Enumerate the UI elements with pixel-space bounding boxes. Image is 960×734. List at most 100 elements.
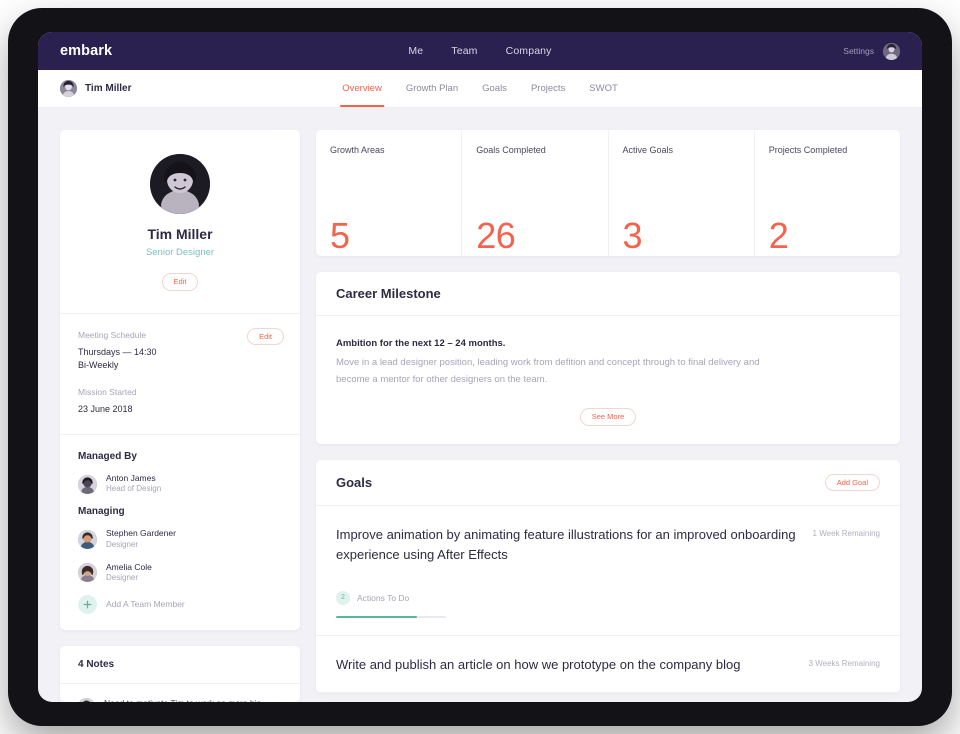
- goal-progress-fill: [336, 615, 418, 618]
- person-row-amelia-cole[interactable]: Amelia Cole Designer: [78, 562, 282, 584]
- stat-label: Active Goals: [622, 145, 674, 155]
- person-role: Head of Design: [106, 484, 162, 494]
- nav-item-company[interactable]: Company: [506, 45, 552, 57]
- profile-name: Tim Miller: [147, 226, 213, 242]
- topbar-right-group: Settings: [843, 42, 900, 60]
- goal-actions-count: 2: [336, 590, 350, 605]
- goal-row[interactable]: Write and publish an article on how we p…: [316, 636, 900, 693]
- app-screen: embark Me Team Company Settings Tim Mill…: [38, 32, 922, 702]
- person-row-stephen-gardener[interactable]: Stephen Gardener Designer: [78, 528, 282, 550]
- goal-row[interactable]: Improve animation by animating feature i…: [316, 506, 900, 636]
- profile-role: Senior Designer: [145, 247, 215, 258]
- stat-label: Projects Completed: [768, 145, 848, 155]
- goal-title: Write and publish an article on how we p…: [336, 656, 741, 672]
- tab-goals[interactable]: Goals: [482, 70, 507, 107]
- goals-card: Goals Add Goal Improve animation by anim…: [316, 459, 900, 693]
- tab-swot[interactable]: SWOT: [589, 70, 618, 107]
- tab-overview[interactable]: Overview: [340, 70, 384, 107]
- person-info: Amelia Cole Designer: [106, 562, 152, 584]
- person-avatar: [78, 529, 97, 549]
- stat-label: Growth Areas: [330, 145, 385, 155]
- goal-main: Write and publish an article on how we p…: [336, 655, 793, 675]
- career-milestone-title: Career Milestone: [336, 286, 441, 301]
- people-section: Managed By Anton James Head of Design Ma…: [60, 435, 300, 630]
- career-milestone-body: Ambition for the next 12 – 24 months. Mo…: [316, 316, 900, 444]
- stat-value: 2: [768, 214, 789, 256]
- stat-projects-completed: Projects Completed 2: [755, 130, 900, 256]
- goal-remaining: 3 Weeks Remaining: [808, 658, 880, 668]
- goal-main: Improve animation by animating feature i…: [336, 525, 797, 618]
- person-info: Stephen Gardener Designer: [106, 528, 176, 550]
- ambition-heading: Ambition for the next 12 – 24 months.: [336, 338, 506, 349]
- left-sidebar: Tim Miller Senior Designer Edit Edit Mee…: [60, 130, 300, 702]
- person-row-anton-james[interactable]: Anton James Head of Design: [78, 473, 282, 495]
- stat-value: 3: [622, 214, 643, 256]
- goals-title: Goals: [336, 475, 373, 490]
- topbar-user-avatar[interactable]: [883, 42, 900, 60]
- nav-item-team[interactable]: Team: [451, 45, 477, 57]
- mission-started-label: Mission Started: [78, 386, 137, 397]
- stat-value: 26: [476, 214, 516, 256]
- see-more-button[interactable]: See More: [579, 408, 637, 426]
- mission-started-group: Mission Started 23 June 2018: [78, 387, 282, 417]
- person-name: Stephen Gardener: [106, 528, 176, 539]
- profile-avatar: [150, 154, 210, 214]
- tab-growth-plan[interactable]: Growth Plan: [406, 70, 458, 107]
- stat-growth-areas: Growth Areas 5: [316, 130, 463, 256]
- managed-by-heading: Managed By: [78, 451, 137, 462]
- goal-actions: 2 Actions To Do: [336, 590, 797, 605]
- sub-header: Tim Miller Overview Growth Plan Goals Pr…: [38, 70, 922, 108]
- main-panel: Growth Areas 5 Goals Completed 26 Active…: [316, 130, 900, 702]
- settings-link[interactable]: Settings: [843, 46, 874, 56]
- breadcrumb-user-name: Tim Miller: [85, 83, 132, 94]
- managing-heading: Managing: [78, 506, 125, 518]
- note-item[interactable]: Need to motivate Tim to work on more his…: [60, 684, 300, 702]
- meeting-schedule-line1: Thursdays — 14:30: [78, 346, 157, 357]
- note-body: Need to motivate Tim to work on more his…: [104, 697, 282, 702]
- person-name: Anton James: [106, 473, 156, 483]
- stat-active-goals: Active Goals 3: [609, 130, 755, 256]
- profile-edit-button[interactable]: Edit: [161, 273, 199, 291]
- profile-summary: Tim Miller Senior Designer Edit: [60, 130, 300, 314]
- person-name: Amelia Cole: [106, 561, 152, 572]
- profile-meta: Edit Meeting Schedule Thursdays — 14:30 …: [60, 314, 300, 435]
- goal-remaining: 1 Week Remaining: [812, 529, 880, 539]
- page-content: Tim Miller Senior Designer Edit Edit Mee…: [38, 108, 922, 702]
- breadcrumb-avatar: [60, 80, 77, 97]
- ambition-body: Move in a lead designer position, leadin…: [336, 357, 760, 385]
- career-milestone-card: Career Milestone Ambition for the next 1…: [316, 272, 900, 444]
- career-milestone-header: Career Milestone: [316, 272, 900, 316]
- mission-started-value: 23 June 2018: [78, 403, 133, 414]
- note-text: Need to motivate Tim to work on more his…: [104, 697, 282, 702]
- stats-card: Growth Areas 5 Goals Completed 26 Active…: [316, 130, 900, 256]
- stat-goals-completed: Goals Completed 26: [462, 130, 609, 256]
- plus-icon: [78, 594, 97, 614]
- add-team-member-label: Add A Team Member: [106, 599, 185, 610]
- meeting-schedule-line2: Bi-Weekly: [78, 360, 119, 370]
- person-role: Designer: [106, 539, 139, 549]
- notes-card: 4 Notes Need to motivate Tim to work on …: [60, 645, 300, 702]
- meeting-edit-button[interactable]: Edit: [247, 327, 284, 345]
- goal-actions-label: Actions To Do: [357, 592, 410, 603]
- section-tabs: Overview Growth Plan Goals Projects SWOT: [340, 70, 618, 107]
- nav-item-me[interactable]: Me: [408, 45, 423, 57]
- goal-progress-bar: [336, 615, 446, 618]
- goal-title: Improve animation by animating feature i…: [336, 527, 796, 563]
- stat-label: Goals Completed: [476, 145, 546, 155]
- profile-card: Tim Miller Senior Designer Edit Edit Mee…: [60, 130, 300, 630]
- person-info: Anton James Head of Design: [106, 473, 161, 495]
- notes-header: 4 Notes: [60, 646, 300, 684]
- breadcrumb-user[interactable]: Tim Miller: [60, 80, 132, 97]
- primary-nav: Me Team Company: [408, 45, 551, 57]
- person-avatar: [78, 563, 97, 583]
- see-more-wrap: See More: [336, 406, 880, 426]
- top-navigation-bar: embark Me Team Company Settings: [38, 32, 922, 70]
- tab-projects[interactable]: Projects: [531, 70, 565, 107]
- person-role: Designer: [106, 573, 139, 582]
- app-logo[interactable]: embark: [60, 43, 112, 59]
- add-team-member-button[interactable]: Add A Team Member: [78, 594, 282, 614]
- note-author-avatar: [78, 697, 95, 702]
- add-goal-button[interactable]: Add Goal: [824, 473, 880, 492]
- person-avatar: [78, 474, 97, 494]
- tablet-device-frame: embark Me Team Company Settings Tim Mill…: [8, 8, 952, 726]
